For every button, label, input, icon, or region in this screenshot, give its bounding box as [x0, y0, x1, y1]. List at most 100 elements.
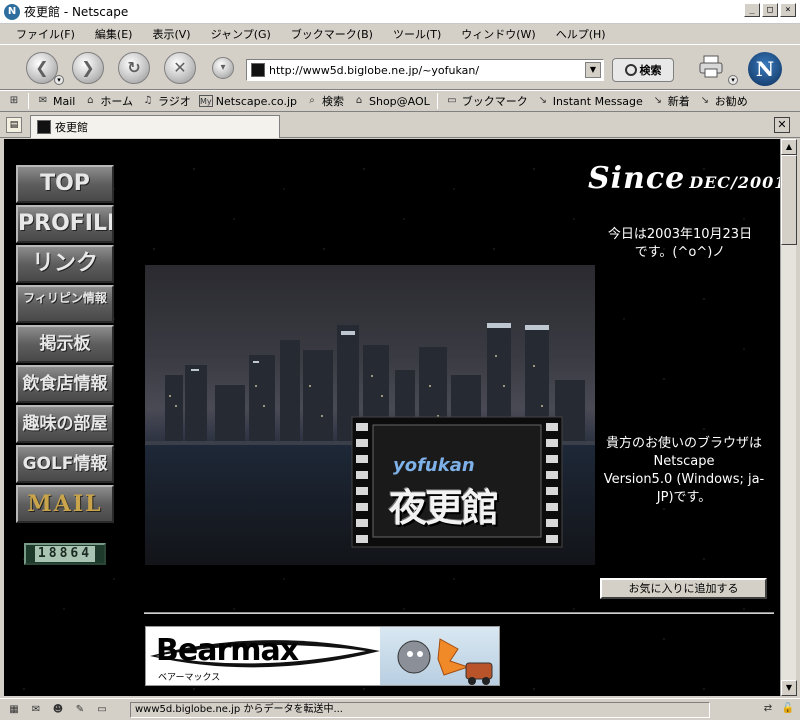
address-book-icon[interactable]: ▭	[94, 703, 110, 717]
page-dropdown-button[interactable]: ▾	[212, 57, 234, 79]
scroll-thumb[interactable]	[781, 155, 797, 245]
netscape-my-icon: My	[198, 95, 213, 107]
nav-top-button[interactable]: TOP	[16, 165, 114, 203]
since-heading: Since DEC/2001	[588, 161, 780, 196]
print-dropdown[interactable]: ▾	[728, 75, 738, 85]
back-history-dropdown[interactable]: ▾	[54, 75, 64, 85]
folder-icon: ▭	[447, 95, 457, 106]
logo-japanese: 夜更館	[389, 486, 499, 530]
nav-hobby-button[interactable]: 趣味の部屋	[16, 405, 114, 443]
status-bar: ▦ ✉ ☻ ✎ ▭ www5d.biglobe.ne.jp からデータを転送中.…	[0, 698, 800, 720]
mail-icon[interactable]: ✉	[28, 703, 44, 717]
since-word: Since	[588, 161, 686, 196]
radio-icon: ♫	[143, 95, 153, 106]
bookmark-netscape[interactable]: My Netscape.co.jp	[196, 95, 300, 108]
forward-button[interactable]: ❯	[72, 52, 104, 84]
menu-edit[interactable]: 編集(E)	[83, 26, 141, 42]
bookmark-mail[interactable]: ✉ Mail	[33, 95, 78, 108]
bookmark-label: ラジオ	[158, 95, 191, 108]
back-arrow-icon: ❮	[35, 58, 49, 77]
search-button[interactable]: 検索	[612, 58, 674, 82]
mail-icon: ✉	[38, 95, 48, 106]
menu-file[interactable]: ファイル(F)	[4, 26, 83, 42]
navigator-icon[interactable]: ▦	[6, 703, 22, 717]
nav-restaurants-button[interactable]: 飲食店情報	[16, 365, 114, 403]
bookmark-label: ホーム	[100, 95, 134, 108]
bookmark-label: 新着	[667, 95, 690, 108]
tab-bar: ▤ 夜更館 ✕	[0, 113, 800, 138]
bearmax-banner-ad[interactable]: Bearmax ベアーマックス	[145, 626, 500, 686]
netscape-logo-icon[interactable]: N	[748, 52, 782, 86]
tab-favicon-icon	[37, 120, 51, 134]
personal-toolbar: ⊞ ✉ Mail ⌂ ホーム ♫ ラジオ My Netscape.co.jp ⌕ 検索 ⌂…	[0, 90, 800, 112]
browser-info-line-2: Netscape	[653, 454, 715, 469]
nav-bbs-button[interactable]: 掲示板	[16, 325, 114, 363]
url-history-dropdown[interactable]: ▼	[585, 62, 601, 78]
banner-illustration	[380, 627, 499, 685]
forward-arrow-icon: ❯	[81, 58, 95, 77]
link-icon: ↘	[538, 95, 547, 106]
stop-x-icon: ✕	[173, 58, 187, 77]
url-field[interactable]: http://www5d.biglobe.ne.jp/~yofukan/ ▼	[246, 59, 604, 81]
bookmark-folder[interactable]: ▭ ブックマーク	[442, 93, 531, 109]
menu-tools[interactable]: ツール(T)	[381, 26, 449, 42]
instant-messenger-icon[interactable]: ☻	[50, 703, 66, 717]
toolbar-menu-button[interactable]: ⊞	[4, 95, 24, 107]
home-icon: ⌂	[87, 95, 94, 106]
bookmark-shop[interactable]: ⌂ Shop@AOL	[349, 95, 433, 108]
reload-button[interactable]: ↻	[118, 52, 150, 84]
bookmark-instant-message[interactable]: ↘ Instant Message	[533, 95, 646, 108]
print-icon[interactable]	[698, 54, 726, 80]
tab-yofukan[interactable]: 夜更館	[30, 115, 280, 138]
maximize-button[interactable]: □	[762, 3, 778, 17]
menu-bar: ファイル(F) 編集(E) 表示(V) ジャンプ(G) ブックマーク(B) ツー…	[0, 24, 800, 44]
url-text: http://www5d.biglobe.ne.jp/~yofukan/	[269, 63, 480, 77]
bookmark-label: ブックマーク	[461, 95, 528, 108]
close-tab-button[interactable]: ✕	[774, 117, 790, 133]
window-title: 夜更館 - Netscape	[24, 5, 129, 19]
nav-golf-button[interactable]: GOLF情報	[16, 445, 114, 483]
bookmark-home[interactable]: ⌂ ホーム	[80, 93, 136, 109]
scroll-up-arrow[interactable]: ▲	[781, 139, 797, 155]
menu-window[interactable]: ウィンドウ(W)	[449, 26, 543, 42]
netscape-app-icon[interactable]: N	[4, 3, 20, 20]
stop-button[interactable]: ✕	[164, 52, 196, 84]
access-counter: 18864	[24, 543, 106, 565]
nav-mail-button[interactable]: MAIL	[16, 485, 114, 523]
since-date: DEC/2001	[689, 173, 780, 192]
status-text: www5d.biglobe.ne.jp からデータを転送中...	[130, 702, 710, 718]
horizontal-divider	[144, 612, 774, 614]
browser-info-line-3: Version5.0 (Windows; ja-JP)です。	[603, 472, 765, 505]
window-controls: _ □ ×	[744, 3, 796, 17]
window-icon: ⊞	[9, 95, 19, 106]
composer-icon[interactable]: ✎	[72, 703, 88, 717]
browser-info-line-1: 貴方のお使いのブラウザは	[605, 436, 762, 451]
today-line-2: です。(^o^)ノ	[634, 245, 726, 260]
banner-brand-kana: ベアーマックス	[158, 673, 221, 683]
scroll-down-arrow[interactable]: ▼	[781, 680, 797, 696]
search-icon: ⌕	[309, 95, 315, 106]
close-button[interactable]: ×	[780, 3, 796, 17]
search-button-label: 検索	[639, 64, 662, 77]
magnifier-icon	[624, 64, 637, 76]
bookmark-recommend[interactable]: ↘ お勧め	[695, 93, 751, 109]
bookmark-search[interactable]: ⌕ 検索	[302, 93, 347, 109]
vertical-scrollbar[interactable]: ▲ ▼	[780, 139, 797, 696]
menu-view[interactable]: 表示(V)	[140, 26, 198, 42]
bookmark-label: Instant Message	[552, 94, 643, 108]
menu-help[interactable]: ヘルプ(H)	[544, 26, 614, 42]
security-lock-icon[interactable]: 🔓	[780, 702, 796, 716]
bookmark-new[interactable]: ↘ 新着	[648, 93, 693, 109]
nav-profile-button[interactable]: PROFILE	[16, 205, 114, 243]
skyline-illustration	[145, 323, 595, 565]
page-content: TOP PROFILE リンク フィリピン情報 掲示板 飲食店情報 趣味の部屋 …	[4, 139, 780, 696]
menu-go[interactable]: ジャンプ(G)	[199, 26, 279, 42]
link-icon: ↘	[653, 95, 662, 106]
minimize-button[interactable]: _	[744, 3, 760, 17]
bookmark-radio[interactable]: ♫ ラジオ	[138, 93, 194, 109]
nav-links-button[interactable]: リンク	[16, 245, 114, 283]
add-to-favorites-button[interactable]: お気に入りに追加する	[600, 578, 767, 599]
new-tab-icon[interactable]: ▤	[6, 117, 22, 133]
menu-bookmarks[interactable]: ブックマーク(B)	[279, 26, 381, 42]
nav-philippines-button[interactable]: フィリピン情報	[16, 285, 114, 323]
